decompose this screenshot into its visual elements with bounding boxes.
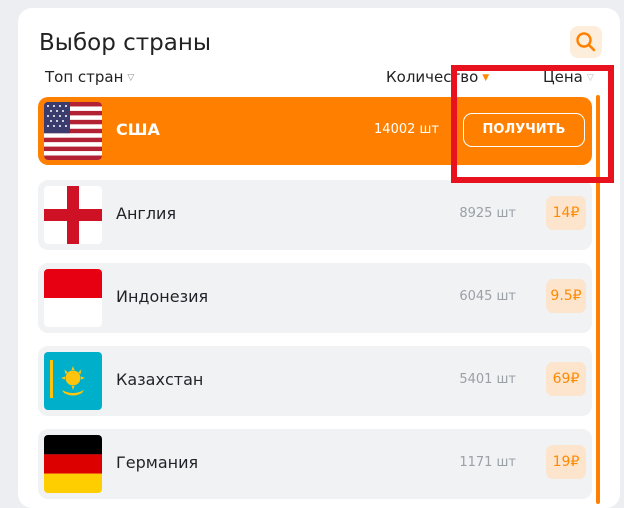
country-quantity: 1171 шт — [459, 455, 516, 470]
sort-top-countries[interactable]: Топ стран ▽ — [45, 68, 134, 86]
kazakhstan-flag-icon — [44, 352, 102, 410]
country-row-germany[interactable]: Германия 1171 шт 19₽ — [38, 429, 592, 499]
page-title: Выбор страны — [39, 30, 212, 56]
highlight-box — [451, 65, 614, 183]
search-icon — [576, 32, 596, 52]
price-badge: 9.5₽ — [546, 279, 586, 313]
indonesia-flag-icon — [44, 269, 102, 327]
country-name: Германия — [116, 453, 199, 472]
search-button[interactable] — [570, 26, 602, 58]
country-name: Индонезия — [116, 287, 209, 306]
price-badge: 14₽ — [546, 196, 586, 230]
country-name: Казахстан — [116, 370, 204, 389]
country-name: США — [116, 120, 160, 139]
usa-flag-icon — [44, 102, 102, 160]
england-flag-icon — [44, 186, 102, 244]
germany-flag-icon — [44, 435, 102, 493]
country-quantity: 8925 шт — [459, 206, 516, 221]
price-badge: 69₽ — [546, 362, 586, 396]
country-quantity: 6045 шт — [459, 289, 516, 304]
price-badge: 19₽ — [546, 445, 586, 479]
country-row-indonesia[interactable]: Индонезия 6045 шт 9.5₽ — [38, 263, 592, 333]
sort-arrow-icon: ▽ — [127, 73, 135, 83]
country-row-kazakhstan[interactable]: Казахстан 5401 шт 69₽ — [38, 346, 592, 416]
sort-top-label: Топ стран — [45, 68, 124, 86]
country-quantity: 14002 шт — [374, 122, 439, 137]
country-row-england[interactable]: Англия 8925 шт 14₽ — [38, 180, 592, 250]
country-quantity: 5401 шт — [459, 372, 516, 387]
country-name: Англия — [116, 204, 177, 223]
